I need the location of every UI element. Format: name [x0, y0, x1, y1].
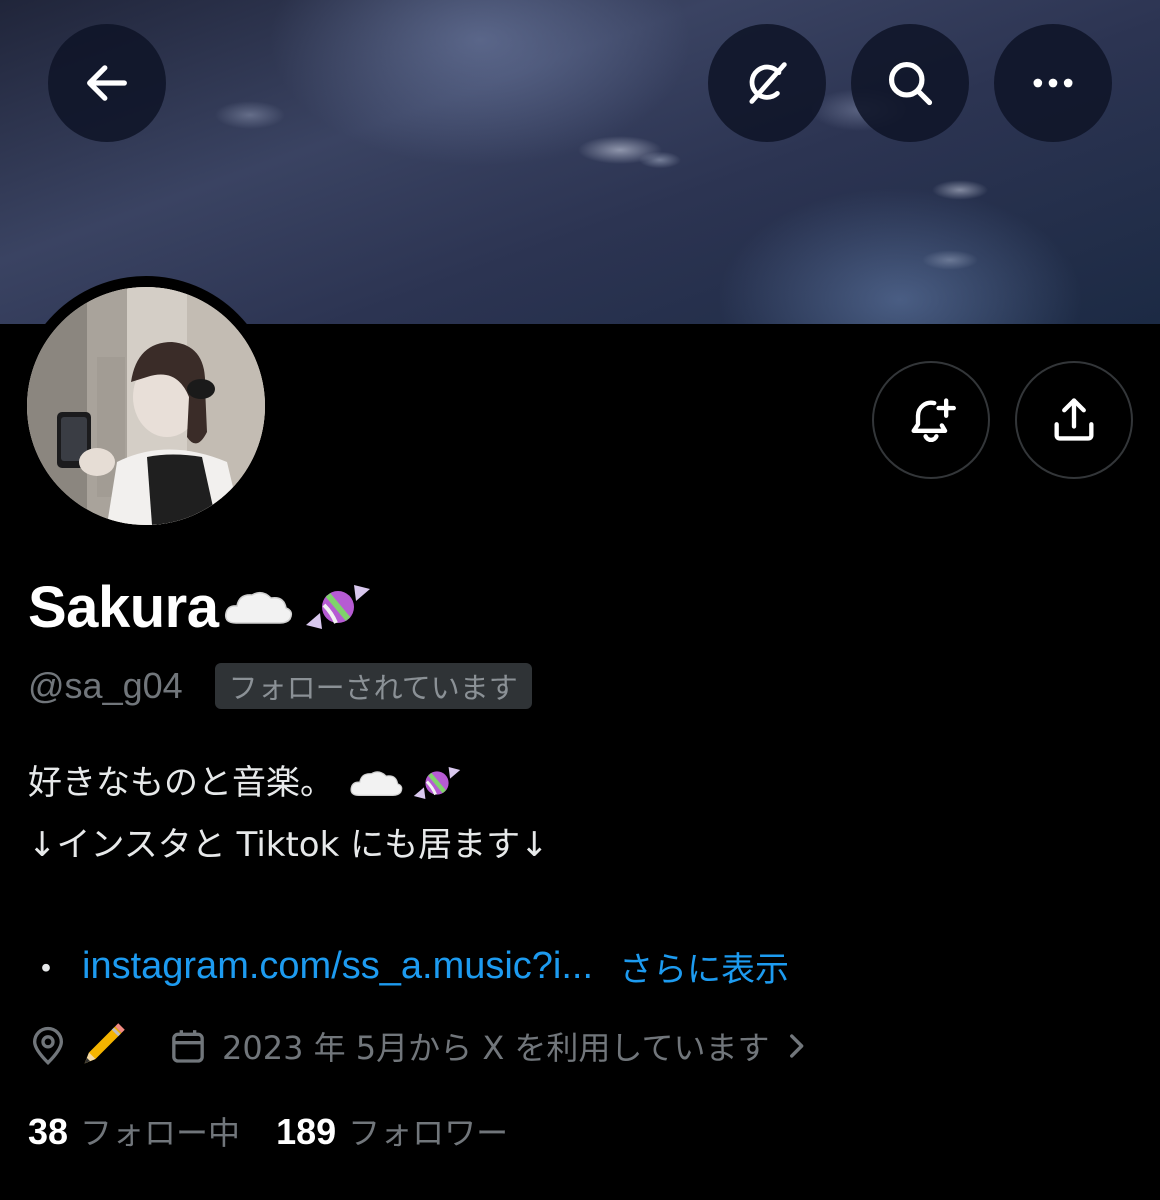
more-button[interactable] [994, 24, 1112, 142]
notify-button[interactable] [872, 361, 990, 479]
search-button[interactable] [851, 24, 969, 142]
avatar[interactable] [27, 287, 265, 525]
share-button[interactable] [1015, 361, 1133, 479]
more-horizontal-icon [1033, 78, 1073, 88]
grok-button[interactable] [708, 24, 826, 142]
handle: @sa_g04 [28, 665, 183, 706]
profile-meta-row: 2023 年 5月から X を利用しています [28, 1020, 813, 1072]
bio-line-2: ↓インスタと Tiktok にも居ます↓ [28, 814, 549, 876]
following-link[interactable]: 38 フォロー中 [28, 1108, 240, 1154]
display-name: Sakura [28, 574, 219, 640]
display-name-row: Sakura [28, 572, 378, 642]
arrow-left-icon [87, 65, 127, 101]
candy-icon [298, 577, 378, 637]
avatar-ring [16, 276, 276, 536]
handle-row: @sa_g04 フォローされています [28, 662, 532, 710]
bio: 好きなものと音楽。 ↓インスタと Tiktok にも居ます↓ [28, 752, 549, 876]
candy-icon [408, 761, 466, 805]
bio-link-row: ・ instagram.com/ss_a.music?i... さらに表示 [28, 936, 789, 996]
grok-icon [749, 62, 787, 104]
following-label: フォロー中 [80, 1114, 241, 1152]
profile-banner[interactable] [0, 0, 1160, 324]
bio-text-2: ↓インスタと Tiktok にも居ます↓ [28, 825, 549, 865]
followers-label: フォロワー [348, 1114, 509, 1152]
pencil-icon [84, 1023, 125, 1064]
location-pin-icon [32, 1026, 64, 1066]
show-more-link[interactable]: さらに表示 [619, 942, 789, 991]
avatar-photo [27, 287, 265, 525]
followers-link[interactable]: 189 フォロワー [276, 1108, 508, 1154]
link-bullet: ・ [28, 949, 65, 990]
bell-plus-icon [911, 398, 956, 442]
bio-line-1: 好きなものと音楽。 [28, 752, 549, 814]
bio-text-1: 好きなものと音楽。 [28, 763, 334, 803]
followers-count: 189 [276, 1111, 337, 1152]
following-count: 38 [28, 1111, 69, 1152]
share-icon [1054, 398, 1094, 441]
calendar-icon [172, 1030, 204, 1063]
cloud-icon [222, 585, 294, 629]
back-button[interactable] [48, 24, 166, 142]
joined-date: 2023 年 5月から X を利用しています [222, 1029, 770, 1067]
search-icon [888, 61, 933, 106]
follows-you-badge: フォローされています [214, 663, 532, 709]
follow-stats: 38 フォロー中 189 フォロワー [28, 1106, 508, 1156]
cloud-icon [348, 766, 404, 800]
instagram-link[interactable]: instagram.com/ss_a.music?i... [82, 945, 593, 988]
chevron-right-icon[interactable] [779, 1029, 813, 1063]
